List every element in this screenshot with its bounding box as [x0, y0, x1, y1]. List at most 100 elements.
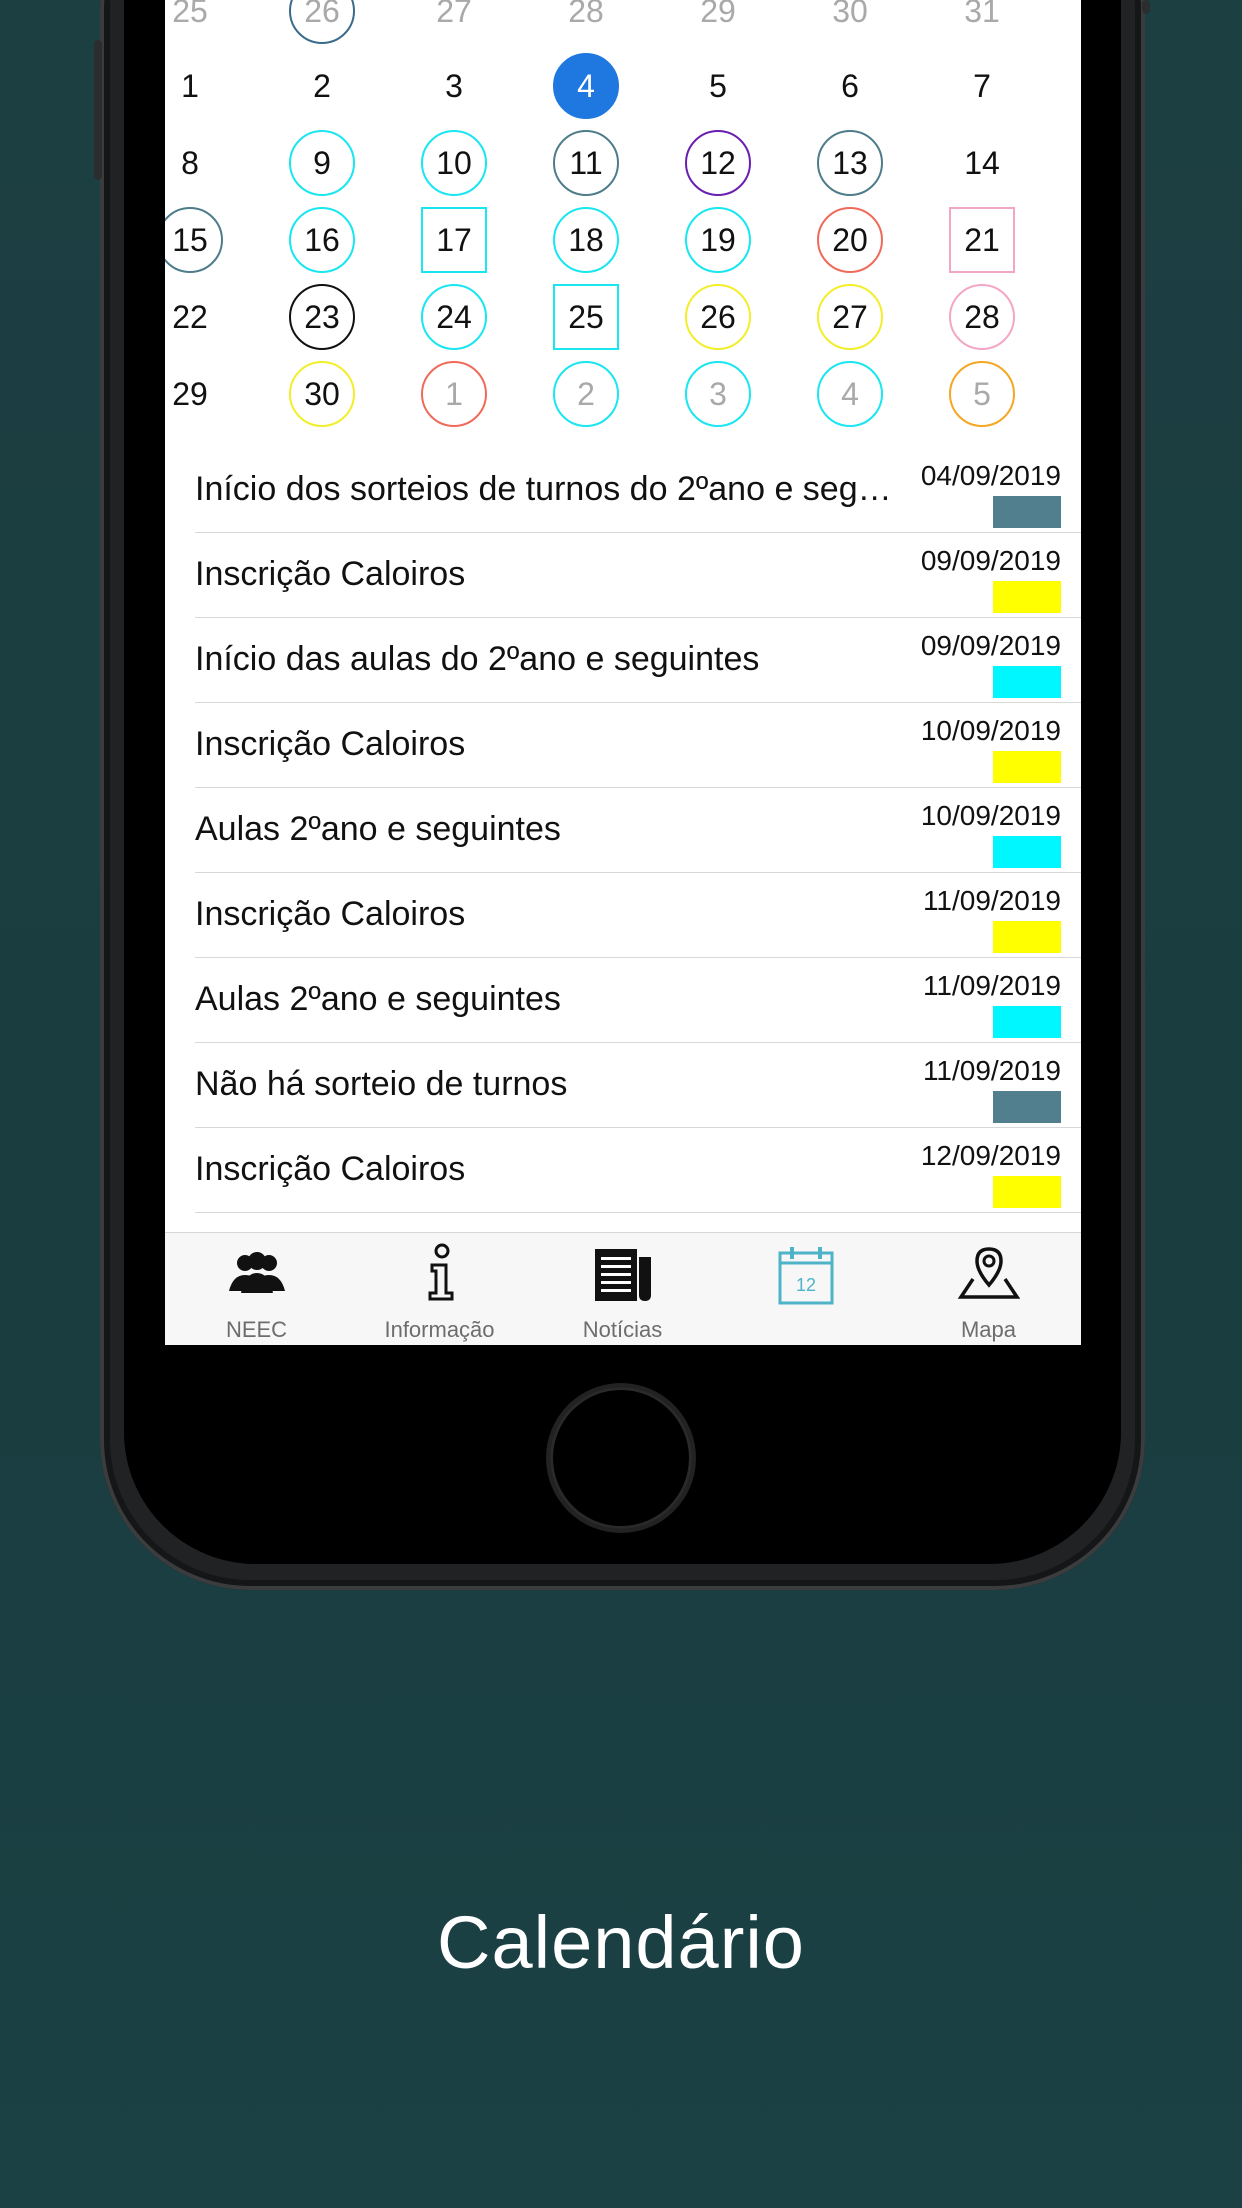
calendar-day[interactable]: 25: [553, 284, 619, 350]
event-date: 10/09/2019: [920, 715, 1061, 746]
calendar-day[interactable]: 16: [289, 207, 355, 273]
calendar-day[interactable]: 17: [421, 207, 487, 273]
calendar-day[interactable]: 20: [817, 207, 883, 273]
event-title: Inscrição Caloiros: [195, 895, 466, 933]
group-icon: [225, 1251, 289, 1302]
calendar-day[interactable]: 2: [553, 361, 619, 427]
calendar-day[interactable]: 1: [421, 361, 487, 427]
info-icon: [420, 1243, 460, 1312]
tab-label: NEEC: [225, 1317, 288, 1342]
event-row[interactable]: Aulas 2ºano e seguintes 10/09/2019: [195, 788, 1081, 873]
calendar-day[interactable]: 23: [289, 284, 355, 350]
event-color-swatch: [993, 581, 1061, 613]
event-title: Inscrição Caloiros: [195, 725, 466, 763]
tab-calendario[interactable]: 12: [714, 1233, 897, 1345]
map-icon: [957, 1247, 1021, 1306]
calendar-day[interactable]: 30: [289, 361, 355, 427]
event-title: Inscrição Caloiros: [195, 1150, 466, 1188]
event-date: 09/09/2019: [920, 630, 1061, 661]
calendar-day[interactable]: 12: [685, 130, 751, 196]
event-title: Início das aulas do 2ºano e seguintes: [195, 640, 760, 678]
home-button[interactable]: [550, 1387, 692, 1529]
calendar-day[interactable]: 21: [949, 207, 1015, 273]
event-row[interactable]: Não há sorteio de turnos 11/09/2019: [195, 1043, 1081, 1128]
event-row[interactable]: Inscrição Caloiros 11/09/2019: [195, 873, 1081, 958]
event-color-swatch: [993, 496, 1061, 528]
event-color-swatch: [993, 1091, 1061, 1123]
tab-label: Notícias: [582, 1317, 663, 1342]
event-color-swatch: [993, 1006, 1061, 1038]
tab-noticias[interactable]: Notícias: [531, 1233, 714, 1345]
event-date: 12/09/2019: [920, 1140, 1061, 1171]
calendar-day[interactable]: 5: [949, 361, 1015, 427]
calendar-day[interactable]: 15: [165, 207, 223, 273]
calendar-day[interactable]: 4: [817, 361, 883, 427]
calendar-day[interactable]: 29: [165, 361, 223, 427]
event-list: Início dos sorteios de turnos do 2ºano e…: [195, 448, 1081, 1213]
event-row[interactable]: Início dos sorteios de turnos do 2ºano e…: [195, 448, 1081, 533]
event-row[interactable]: Inscrição Caloiros 09/09/2019: [195, 533, 1081, 618]
calendar-day[interactable]: 3: [685, 361, 751, 427]
calendar-day[interactable]: 10: [421, 130, 487, 196]
event-date: 11/09/2019: [922, 970, 1061, 1001]
calendar-day[interactable]: 22: [165, 284, 223, 350]
calendar-day[interactable]: 9: [289, 130, 355, 196]
tab-mapa[interactable]: Mapa: [897, 1233, 1080, 1345]
event-row[interactable]: Inscrição Caloiros 12/09/2019: [195, 1128, 1081, 1213]
event-date: 09/09/2019: [920, 545, 1061, 576]
calendar-day[interactable]: 14: [949, 130, 1015, 196]
calendar-day[interactable]: 6: [817, 53, 883, 119]
event-color-swatch: [993, 836, 1061, 868]
calendar-day[interactable]: 27: [421, 0, 487, 44]
calendar-day[interactable]: 3: [421, 53, 487, 119]
event-date: 11/09/2019: [922, 885, 1061, 916]
phone-side-button: [94, 40, 102, 180]
calendar-day[interactable]: 27: [817, 284, 883, 350]
newspaper-icon: [593, 1249, 653, 1308]
screen-caption: Calendário: [437, 1901, 805, 1984]
calendar-day[interactable]: 18: [553, 207, 619, 273]
calendar-day[interactable]: 8: [165, 130, 223, 196]
tab-label: Informação: [384, 1317, 495, 1342]
event-title: Início dos sorteios de turnos do 2ºano e…: [195, 470, 895, 508]
calendar-day[interactable]: 26: [685, 284, 751, 350]
tab-label: Mapa: [960, 1317, 1017, 1342]
event-title: Aulas 2ºano e seguintes: [195, 810, 561, 848]
event-date: 11/09/2019: [922, 1055, 1061, 1086]
tab-neec[interactable]: NEEC: [165, 1233, 348, 1345]
calendar-day[interactable]: 4: [553, 53, 619, 119]
calendar-day[interactable]: 25: [165, 0, 223, 44]
calendar-day[interactable]: 28: [553, 0, 619, 44]
calendar-day[interactable]: 26: [289, 0, 355, 44]
calendar-day[interactable]: 31: [949, 0, 1015, 44]
phone-side-button-right: [1142, 0, 1150, 14]
calendar-day[interactable]: 24: [421, 284, 487, 350]
tab-informacao[interactable]: Informação: [348, 1233, 531, 1345]
event-date: 04/09/2019: [920, 460, 1061, 491]
calendar-day[interactable]: 29: [685, 0, 751, 44]
calendar-day[interactable]: 13: [817, 130, 883, 196]
event-title: Inscrição Caloiros: [195, 555, 466, 593]
calendar-day[interactable]: 28: [949, 284, 1015, 350]
calendar-day[interactable]: 1: [165, 53, 223, 119]
event-row[interactable]: Inscrição Caloiros 10/09/2019: [195, 703, 1081, 788]
event-title: Não há sorteio de turnos: [195, 1065, 568, 1103]
event-color-swatch: [993, 921, 1061, 953]
calendar-icon-number: 12: [795, 1275, 815, 1295]
calendar-day[interactable]: 7: [949, 53, 1015, 119]
calendar-day[interactable]: 19: [685, 207, 751, 273]
calendar-icon: 12: [778, 1247, 834, 1310]
calendar-day[interactable]: 30: [817, 0, 883, 44]
app-screen: 25 26 27 28 29 30 31 1 2 3 4 5 6 7 8 9 10 11 12 13 14 15 16 17 1…: [165, 0, 1081, 1345]
event-row[interactable]: Aulas 2ºano e seguintes 11/09/2019: [195, 958, 1081, 1043]
calendar-day[interactable]: 2: [289, 53, 355, 119]
event-color-swatch: [993, 1176, 1061, 1208]
calendar-day[interactable]: 5: [685, 53, 751, 119]
event-date: 10/09/2019: [920, 800, 1061, 831]
event-title: Aulas 2ºano e seguintes: [195, 980, 561, 1018]
event-color-swatch: [993, 751, 1061, 783]
tab-bar: NEEC Informação Notícias 12 Mapa: [165, 1232, 1081, 1345]
event-color-swatch: [993, 666, 1061, 698]
event-row[interactable]: Início das aulas do 2ºano e seguintes 09/…: [195, 618, 1081, 703]
calendar-day[interactable]: 11: [553, 130, 619, 196]
